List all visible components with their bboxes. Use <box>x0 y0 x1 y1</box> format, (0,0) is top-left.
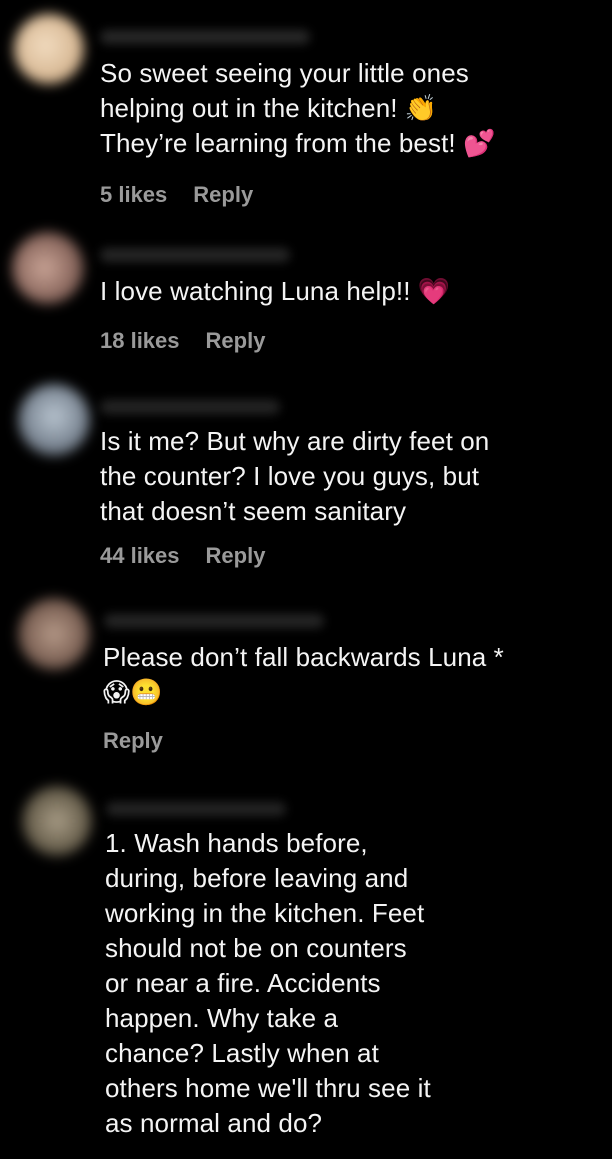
likes-count[interactable]: 5 likes <box>100 182 167 208</box>
reply-button[interactable]: Reply <box>206 543 266 569</box>
username[interactable] <box>106 802 286 816</box>
likes-count[interactable]: 44 likes <box>100 543 180 569</box>
comment-text: So sweet seeing your little ones helping… <box>100 58 496 158</box>
reply-button[interactable]: Reply <box>103 728 163 754</box>
comment-actions: 18 likes Reply <box>100 328 265 354</box>
avatar[interactable] <box>18 598 90 670</box>
username[interactable] <box>100 30 310 44</box>
avatar[interactable] <box>14 14 84 84</box>
comment-text: Is it me? But why are dirty feet on the … <box>100 426 490 526</box>
comment-text: I love watching Luna help!! 💗 <box>100 276 451 306</box>
comment-actions: 5 likes Reply <box>100 182 253 208</box>
reply-button[interactable]: Reply <box>206 328 266 354</box>
avatar[interactable] <box>22 786 92 856</box>
comment-actions: 44 likes Reply <box>100 543 265 569</box>
comment-text: Please don’t fall backwards Luna * 😱😬 <box>103 642 504 707</box>
username[interactable] <box>100 248 290 262</box>
comment-text: 1. Wash hands before, during, before lea… <box>105 828 431 1138</box>
avatar[interactable] <box>18 384 90 456</box>
username[interactable] <box>104 614 324 628</box>
reply-button[interactable]: Reply <box>193 182 253 208</box>
username[interactable] <box>100 400 280 414</box>
avatar[interactable] <box>12 232 84 304</box>
comment-actions: Reply <box>103 728 163 754</box>
likes-count[interactable]: 18 likes <box>100 328 180 354</box>
